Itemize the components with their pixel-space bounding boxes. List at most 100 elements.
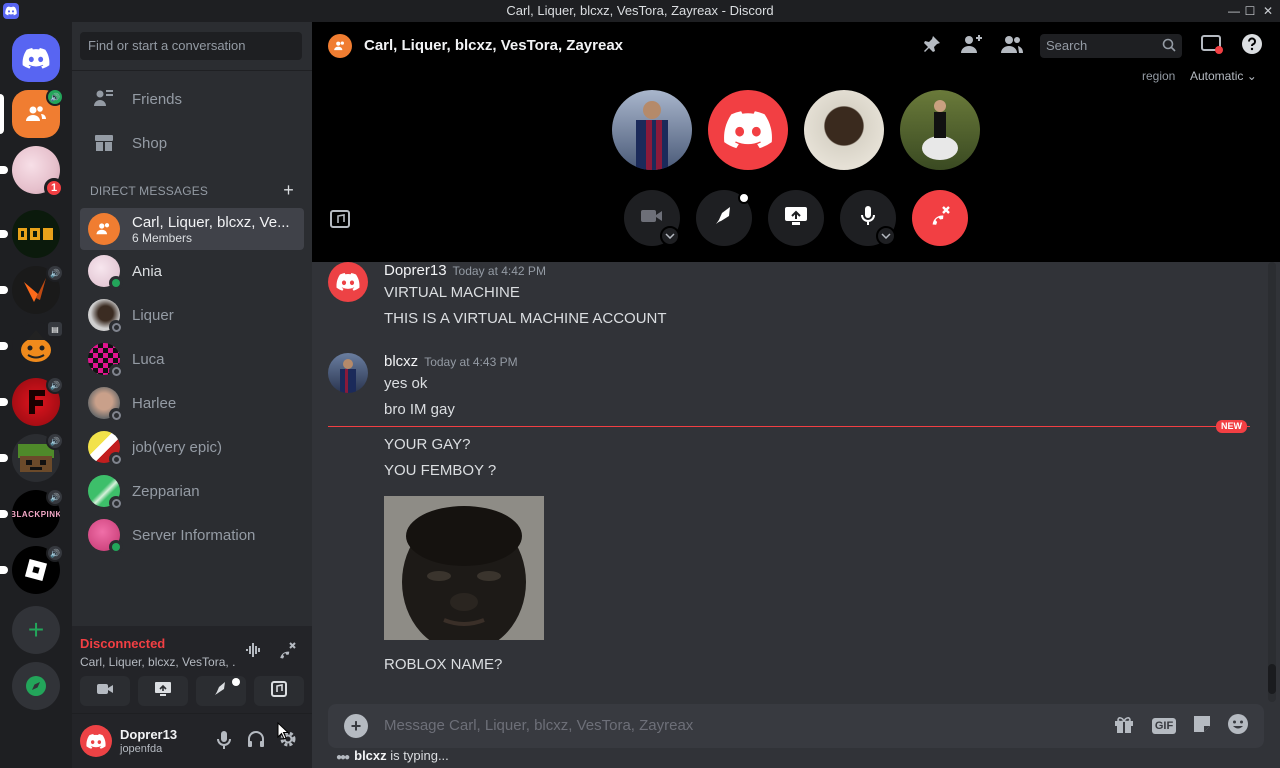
dm-item-ania[interactable]: Ania — [80, 250, 304, 292]
gif-button[interactable]: GIF — [1150, 714, 1178, 738]
dm-sidebar: Find or start a conversation Friends Sho… — [72, 22, 312, 768]
activity-shelf-button[interactable] — [330, 210, 350, 228]
nav-shop[interactable]: Shop — [80, 122, 304, 164]
message-avatar[interactable] — [328, 262, 368, 302]
call-area: Carl, Liquer, blcxz, VesTora, Zayreax Se… — [312, 22, 1280, 262]
search-input[interactable]: Search — [1040, 34, 1182, 58]
server-3[interactable]: 🔊 — [0, 264, 64, 314]
screen-share-icon — [154, 681, 172, 702]
group-dm-call-server[interactable]: 🔊 — [0, 88, 64, 138]
create-dm-button[interactable]: + — [283, 180, 294, 201]
message-image-attachment[interactable] — [384, 496, 544, 640]
soundboard-button[interactable] — [254, 676, 304, 706]
dm-name: Liquer — [132, 306, 174, 324]
server-7[interactable]: BLACKPINK 🔊 — [0, 488, 64, 538]
close-window-button[interactable]: ✕ — [1258, 0, 1278, 22]
add-server-button[interactable]: + — [12, 606, 60, 654]
call-activity-button[interactable] — [696, 190, 752, 246]
dm-item-harlee[interactable]: Harlee — [80, 382, 304, 424]
dm-name: Luca — [132, 350, 165, 368]
call-screen-share-button[interactable] — [768, 190, 824, 246]
message-author[interactable]: Doprer13 Today at 4:42 PM — [384, 262, 546, 279]
group-icon — [88, 213, 120, 245]
chevron-down-icon[interactable] — [876, 226, 896, 246]
camera-button[interactable] — [80, 676, 130, 706]
server-5[interactable]: 🔊 — [0, 376, 64, 426]
dm-member-count: 6 Members — [132, 230, 193, 245]
dm-item-job[interactable]: job(very epic) — [80, 426, 304, 468]
call-mute-button[interactable] — [840, 190, 896, 246]
message-avatar[interactable] — [328, 353, 368, 393]
message-author[interactable]: blcxz Today at 4:43 PM — [384, 353, 518, 370]
find-conversation-input[interactable]: Find or start a conversation — [80, 32, 302, 60]
user-avatar[interactable] — [80, 725, 112, 757]
author-name[interactable]: blcxz — [384, 353, 418, 370]
author-name[interactable]: Doprer13 — [384, 262, 447, 279]
region-select[interactable]: Automatic ⌄ — [1190, 69, 1257, 83]
dm-item-zepparian[interactable]: Zepparian — [80, 470, 304, 512]
messages-scrollbar[interactable] — [1268, 262, 1276, 702]
server-4[interactable]: ▤ — [0, 320, 64, 370]
soundboard-icon — [330, 210, 350, 232]
server-8[interactable]: 🔊 — [0, 544, 64, 594]
group-icon — [328, 34, 352, 58]
discord-logo-icon — [12, 34, 60, 82]
member-list-button[interactable] — [1000, 34, 1024, 58]
screen-share-button[interactable] — [138, 676, 188, 706]
gift-button[interactable] — [1112, 714, 1136, 738]
explore-button[interactable] — [12, 662, 60, 710]
sticker-button[interactable] — [1190, 714, 1214, 738]
friends-icon — [92, 87, 116, 111]
server-rail: 🔊 1 🔊 ▤ 🔊 🔊 BLACKPINK 🔊 🔊 + — [0, 22, 72, 768]
noise-suppression-icon[interactable] — [244, 640, 268, 664]
main-panel: Carl, Liquer, blcxz, VesTora, Zayreax Se… — [312, 22, 1280, 768]
emoji-button[interactable] — [1226, 713, 1250, 738]
dm-item-liquer[interactable]: Liquer — [80, 294, 304, 336]
message-text: ROBLOX NAME? — [384, 656, 503, 673]
dm-item-group[interactable]: Carl, Liquer, blcxz, Ve... 6 Members — [80, 208, 304, 250]
dm-item-luca[interactable]: Luca — [80, 338, 304, 380]
message-text: YOUR GAY? — [384, 436, 471, 453]
avatar — [88, 475, 123, 510]
activity-button[interactable] — [196, 676, 246, 706]
leave-call-button[interactable] — [912, 190, 968, 246]
nav-shop-label: Shop — [132, 134, 168, 152]
status-indicator — [109, 496, 123, 510]
avatar — [88, 299, 123, 334]
compass-icon — [12, 662, 60, 710]
add-friends-to-dm-button[interactable] — [960, 34, 984, 58]
message-input[interactable]: Message Carl, Liquer, blcxz, VesTora, Za… — [384, 717, 693, 734]
maximize-button[interactable]: ☐ — [1240, 0, 1260, 22]
pinned-messages-button[interactable] — [920, 34, 944, 58]
unread-indicator — [0, 398, 8, 406]
voice-status: Disconnected — [80, 636, 166, 651]
chevron-down-icon[interactable] — [660, 226, 680, 246]
inbox-button[interactable] — [1200, 34, 1224, 58]
participant-avatar-blcxz[interactable] — [612, 90, 692, 170]
voice-channel-name[interactable]: Carl, Liquer, blcxz, VesTora, ... — [80, 655, 236, 669]
message-composer[interactable]: + Message Carl, Liquer, blcxz, VesTora, … — [328, 704, 1264, 748]
nav-friends[interactable]: Friends — [80, 78, 304, 120]
server-2[interactable] — [0, 210, 60, 258]
status-indicator — [109, 364, 123, 378]
mute-button[interactable] — [214, 729, 238, 753]
home-button[interactable] — [12, 34, 60, 82]
scrollbar-thumb[interactable] — [1268, 664, 1276, 694]
disconnect-icon[interactable] — [276, 640, 300, 664]
screen-share-icon — [784, 206, 808, 231]
unread-indicator — [0, 566, 8, 574]
typing-suffix: is typing... — [386, 748, 449, 763]
dm-name: Carl, Liquer, blcxz, Ve... — [132, 213, 290, 231]
pin-icon — [922, 34, 942, 59]
dm-item-server-information[interactable]: Server Information — [80, 514, 304, 556]
deafen-button[interactable] — [246, 729, 270, 753]
call-camera-button[interactable] — [624, 190, 680, 246]
participant-avatar-doprer13[interactable] — [708, 90, 788, 170]
server-6[interactable]: 🔊 — [0, 432, 64, 482]
participant-avatar-vestora[interactable] — [900, 90, 980, 170]
upload-button[interactable]: + — [344, 714, 368, 738]
unread-indicator — [0, 166, 8, 174]
help-button[interactable] — [1240, 33, 1264, 58]
server-1[interactable]: 1 — [0, 146, 64, 198]
participant-avatar-liquer[interactable] — [804, 90, 884, 170]
